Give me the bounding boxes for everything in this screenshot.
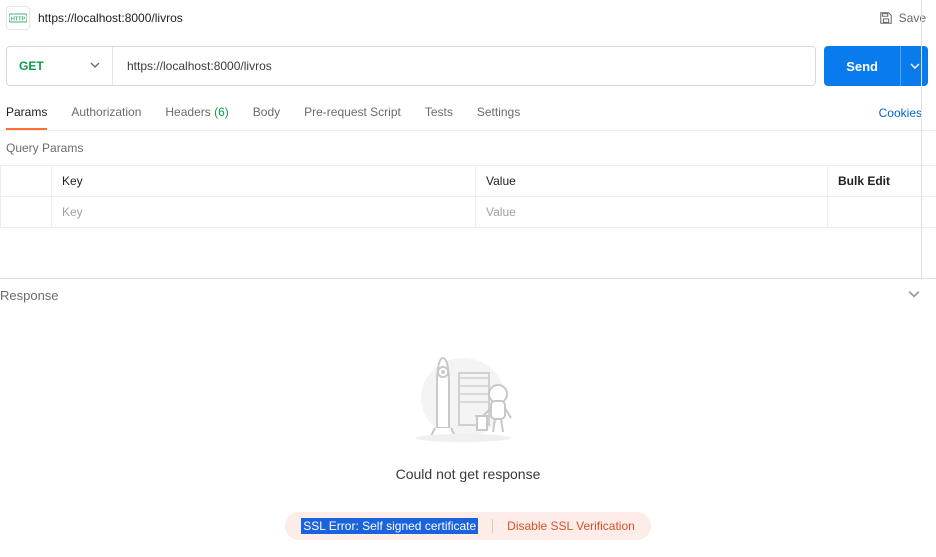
svg-text:HTTP: HTTP [11,17,26,23]
query-params-title: Query Params [0,131,936,165]
response-header: Response [0,284,936,307]
cookies-link[interactable]: Cookies [873,97,928,129]
tab-tests[interactable]: Tests [425,96,453,130]
row-extra [828,197,936,227]
disable-ssl-button[interactable]: Disable SSL Verification [507,519,635,533]
column-header-value: Value [476,166,828,196]
tab-body[interactable]: Body [253,96,280,130]
url-input[interactable] [113,47,815,85]
column-header-key: Key [52,166,476,196]
send-button[interactable]: Send [824,46,900,86]
top-bar: HTTP https://localhost:8000/livros Save [0,0,936,36]
key-input[interactable]: Key [52,197,476,227]
chevron-down-icon[interactable] [908,288,920,303]
tab-prerequest[interactable]: Pre-request Script [304,96,401,130]
save-button[interactable]: Save [879,11,926,25]
value-input[interactable]: Value [476,197,828,227]
headers-count-badge: (6) [214,105,229,119]
tab-settings[interactable]: Settings [477,96,520,130]
row-handle[interactable] [0,197,52,227]
tabs-list: Params Authorization Headers (6) Body Pr… [6,96,520,130]
response-message: Could not get response [396,466,541,482]
table-header-row: Key Value Bulk Edit [0,166,936,197]
method-url-group: GET [6,46,816,86]
panel-divider-vertical [921,0,922,278]
response-label: Response [0,288,59,303]
bulk-edit-button[interactable]: Bulk Edit [828,166,936,196]
tab-params[interactable]: Params [6,96,47,130]
empty-response-illustration [403,338,533,448]
request-title: https://localhost:8000/livros [38,11,183,25]
request-tabs-row: Params Authorization Headers (6) Body Pr… [0,96,936,131]
method-label: GET [19,59,44,73]
panel-divider-horizontal[interactable] [0,278,936,279]
tab-headers[interactable]: Headers (6) [165,96,228,130]
chevron-down-icon [90,59,100,73]
tab-headers-label: Headers [165,105,210,119]
save-icon [879,11,893,25]
ssl-error-pill: SSL Error: Self signed certificate Disab… [285,512,651,540]
ssl-error-text: SSL Error: Self signed certificate [301,518,478,534]
http-method-icon: HTTP [6,6,30,30]
query-params-table: Key Value Bulk Edit Key Value [0,165,936,228]
response-body: Could not get response SSL Error: Self s… [0,318,936,557]
method-select[interactable]: GET [7,47,113,85]
ssl-divider [492,519,493,533]
table-row: Key Value [0,197,936,227]
tab-authorization[interactable]: Authorization [71,96,141,130]
url-row: GET Send [0,46,936,96]
row-handle-header [0,166,52,196]
send-dropdown-button[interactable] [900,46,928,86]
chevron-down-icon [910,61,920,71]
top-bar-left: HTTP https://localhost:8000/livros [6,6,183,30]
send-button-group: Send [824,46,928,86]
